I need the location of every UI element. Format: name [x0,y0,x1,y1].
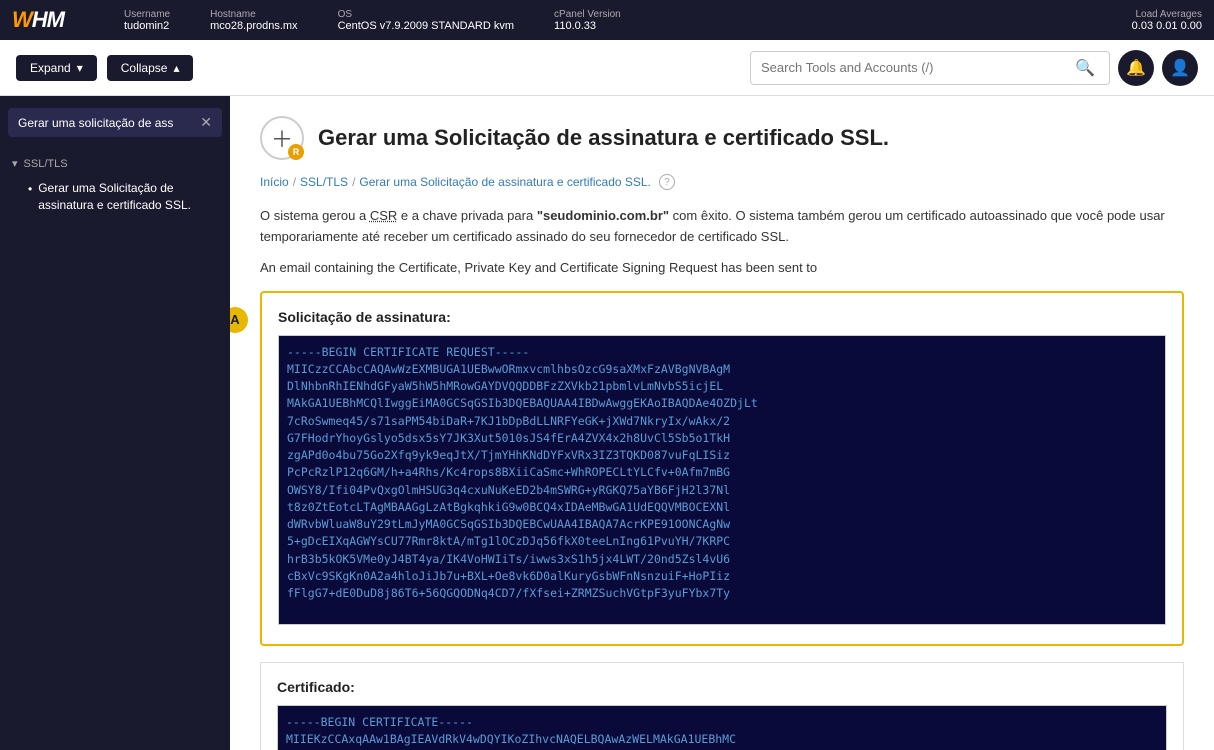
breadcrumb-current: Gerar uma Solicitação de assinatura e ce… [359,175,650,189]
sidebar-tab-label: Gerar uma solicitação de ass [18,116,173,130]
search-icon: 🔍 [1075,60,1095,77]
top-bar: WHM Username tudomin2 Hostname mco28.pro… [0,0,1214,40]
cpanel-value: 110.0.33 [554,20,621,32]
os-label: OS [338,9,514,20]
csr-section: Solicitação de assinatura: -----BEGIN CE… [260,291,1184,646]
csr-textarea[interactable]: -----BEGIN CERTIFICATE REQUEST----- MIIC… [278,335,1166,625]
load-label: Load Averages [1132,9,1202,20]
collapse-label: Collapse [121,61,168,75]
info-paragraph: O sistema gerou a CSR e a chave privada … [260,206,1184,248]
load-values: 0.03 0.01 0.00 [1132,20,1202,32]
os-value: CentOS v7.9.2009 STANDARD kvm [338,20,514,32]
search-input[interactable] [761,60,1071,75]
content-area: ＋ R Gerar uma Solicitação de assinatura … [230,96,1214,750]
page-title: Gerar uma Solicitação de assinatura e ce… [318,125,889,151]
os-group: OS CentOS v7.9.2009 STANDARD kvm [338,9,514,32]
help-icon[interactable]: ? [659,174,675,190]
sidebar-section-ssl: ▾ SSL/TLS • Gerar uma Solicitação de ass… [0,153,230,220]
breadcrumb: Início / SSL/TLS / Gerar uma Solicitação… [260,174,1184,190]
main-layout: Gerar uma solicitação de ass ✕ ▾ SSL/TLS… [0,96,1214,750]
sidebar-section-label: SSL/TLS [24,158,68,170]
email-notice: An email containing the Certificate, Pri… [260,260,1184,275]
sidebar: Gerar uma solicitação de ass ✕ ▾ SSL/TLS… [0,96,230,750]
domain-name: "seudominio.com.br" [537,208,669,223]
user-button[interactable]: 👤 [1162,50,1198,86]
user-icon: 👤 [1170,58,1190,78]
info-text-1: O sistema gerou a [260,208,366,223]
breadcrumb-section[interactable]: SSL/TLS [300,175,348,189]
sidebar-section-header[interactable]: ▾ SSL/TLS [0,153,230,174]
r-badge: R [288,144,304,160]
sidebar-item-ssl[interactable]: • Gerar uma Solicitação de assinatura e … [0,174,230,220]
info-text-2: e a chave privada para [401,208,533,223]
hostname-group: Hostname mco28.prodns.mx [210,9,297,32]
logo: WHM [12,7,64,33]
page-header: ＋ R Gerar uma Solicitação de assinatura … [260,116,1184,160]
chevron-down-icon: ▾ [12,157,18,170]
sidebar-item-label: Gerar uma Solicitação de assinatura e ce… [38,180,214,214]
a-badge: A [230,307,248,333]
cpanel-label: cPanel Version [554,9,621,20]
search-icon-button[interactable]: 🔍 [1071,56,1099,80]
content-inner: ＋ R Gerar uma Solicitação de assinatura … [230,96,1214,750]
expand-button[interactable]: Expand ▾ [16,55,97,81]
username-group: Username tudomin2 [124,9,170,32]
load-avg-group: Load Averages 0.03 0.01 0.00 [1132,9,1202,32]
collapse-button[interactable]: Collapse ▴ [107,55,194,81]
sidebar-tab-close[interactable]: ✕ [200,114,212,131]
cpanel-group: cPanel Version 110.0.33 [554,9,621,32]
csr-section-title: Solicitação de assinatura: [278,309,1166,325]
sidebar-tab[interactable]: Gerar uma solicitação de ass ✕ [8,108,222,137]
notifications-button[interactable]: 🔔 [1118,50,1154,86]
breadcrumb-home[interactable]: Início [260,175,289,189]
chevron-up-icon: ▴ [173,61,179,75]
cert-section: Certificado: -----BEGIN CERTIFICATE-----… [260,662,1184,750]
csr-abbr: CSR [370,208,397,223]
cert-section-title: Certificado: [277,679,1167,695]
search-wrapper: 🔍 🔔 👤 [750,50,1198,86]
bullet-icon: • [28,181,32,198]
username-label: Username [124,9,170,20]
hostname-label: Hostname [210,9,297,20]
cert-textarea[interactable]: -----BEGIN CERTIFICATE----- MIIEKzCCAxqA… [277,705,1167,750]
expand-label: Expand [30,61,71,75]
page-icon: ＋ R [260,116,304,160]
toolbar: Expand ▾ Collapse ▴ 🔍 🔔 👤 [0,40,1214,96]
search-box: 🔍 [750,51,1110,85]
username-value: tudomin2 [124,20,170,32]
csr-section-wrapper: A Solicitação de assinatura: -----BEGIN … [260,291,1184,646]
chevron-down-icon: ▾ [77,61,83,75]
bell-icon: 🔔 [1126,58,1146,78]
hostname-value: mco28.prodns.mx [210,20,297,32]
